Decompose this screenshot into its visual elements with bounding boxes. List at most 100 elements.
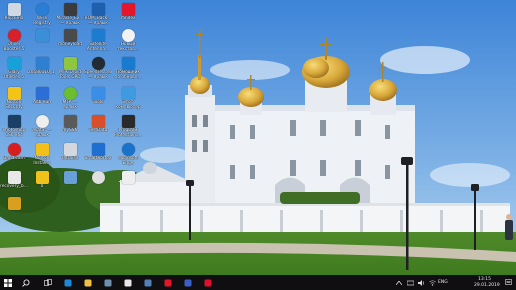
- desktop-icon-label: Tools: [92, 100, 104, 105]
- taskbar-yandex-browser-button[interactable]: [160, 275, 176, 290]
- taskbar-edge-button[interactable]: [60, 275, 76, 290]
- desktop-icon-label: Этот компьютер: [115, 100, 141, 110]
- opera-icon: [204, 279, 212, 286]
- volume-icon[interactable]: [416, 275, 426, 290]
- desktop-icon-label: MTK Droid Tools GPD: [58, 70, 82, 80]
- app-icon: [7, 87, 21, 100]
- desktop-icon-label: 0: [40, 184, 44, 189]
- desktop-icon-помощник-по-обновл[interactable]: Помощник по обновл...: [114, 56, 142, 88]
- desktop-icon-label: Avatar — ярлык: [32, 128, 52, 138]
- desktop-icon-label: Driver Booster 5: [3, 42, 25, 52]
- desktop-icon-item-32[interactable]: [56, 170, 84, 202]
- taskbar-file-explorer-button[interactable]: [80, 275, 96, 290]
- desktop-icon-label: Norton Installer: [33, 156, 51, 166]
- app-icon: [63, 115, 77, 128]
- start-button[interactable]: [0, 275, 16, 290]
- desktop-icon-label: Новый текстов...: [117, 42, 139, 52]
- file-explorer-icon: [84, 279, 92, 286]
- app-icon: [35, 29, 49, 42]
- windows-icon: [4, 278, 12, 287]
- taskbar-media-button[interactable]: [180, 275, 196, 290]
- desktop-icon-item-33[interactable]: [84, 170, 112, 202]
- desktop-icon-20180110-1[interactable]: 20180110_1...: [28, 56, 56, 88]
- desktop-icon-grid: Корзина Wise Registry Cleaner Miracle_Ex..…: [0, 0, 150, 250]
- clock-time[interactable]: 13:15: [478, 277, 491, 282]
- app-icon: [7, 3, 21, 16]
- app-icon: [63, 143, 77, 156]
- desktop-icon-label: SpeedTest.ex — ярлык: [84, 70, 112, 80]
- desktop-icon-label: SmartVortex: [84, 156, 112, 161]
- desktop-icon-label: Помощник по обновл...: [114, 70, 142, 80]
- desktop-icon-label: moneyload: [58, 42, 82, 47]
- network-icon[interactable]: [405, 275, 415, 290]
- app-icon: [121, 87, 135, 100]
- app-icon: [63, 29, 77, 42]
- app-icon: [91, 29, 105, 42]
- taskbar-task-view-button[interactable]: [40, 275, 56, 290]
- notifications-icon[interactable]: [503, 275, 514, 290]
- store-icon: [104, 279, 112, 286]
- app-icon: [91, 57, 105, 70]
- search-icon: [22, 279, 30, 287]
- taskbar-mail-button[interactable]: [120, 275, 136, 290]
- app-icon: [121, 3, 135, 16]
- clock-date[interactable]: 29.01.2019: [474, 283, 500, 288]
- desktop-icon-label: Ultraiso: [61, 156, 79, 161]
- wifi-icon[interactable]: [427, 275, 437, 290]
- app-icon: [121, 29, 135, 42]
- language-indicator[interactable]: ENG: [438, 280, 448, 285]
- app-icon: [63, 57, 77, 70]
- app-icon: [7, 143, 21, 156]
- desktop-icon-label: ProgDVB Professiona...: [114, 128, 142, 138]
- app-icon: [121, 171, 135, 184]
- taskbar-store-button[interactable]: [100, 275, 116, 290]
- taskbar-vk-button[interactable]: [140, 275, 156, 290]
- desktop-icon-label: mySSN: [62, 128, 78, 133]
- desktop-icon-item-34[interactable]: [114, 170, 142, 202]
- desktop-icon-mtk-droid-tools-gpd[interactable]: MTK Droid Tools GPD: [56, 56, 84, 88]
- taskbar: ENG 13:15 29.01.2019: [0, 275, 516, 290]
- app-icon: [7, 197, 21, 210]
- desktop-icon-label: MTK — ярлык: [62, 100, 78, 110]
- app-icon: [91, 115, 105, 128]
- media-icon: [184, 279, 192, 286]
- app-icon: [91, 87, 105, 100]
- app-icon: [63, 3, 77, 16]
- app-icon: [63, 171, 77, 184]
- app-icon: [121, 115, 135, 128]
- taskbar-opera-button[interactable]: [200, 275, 216, 290]
- desktop-icon-0[interactable]: 0: [28, 170, 56, 202]
- app-icon: [35, 57, 49, 70]
- mail-icon: [124, 279, 132, 286]
- app-icon: [7, 171, 21, 184]
- app-icon: [91, 171, 105, 184]
- desktop-icon-label: Microsoft Edge: [118, 156, 138, 166]
- app-icon: [35, 171, 49, 184]
- task-view-icon: [44, 278, 52, 286]
- desktop-icon-label: recovery_b...: [0, 184, 28, 189]
- app-icon: [7, 115, 21, 128]
- yandex-browser-icon: [164, 279, 172, 286]
- app-icon: [121, 143, 135, 156]
- app-icon: [91, 143, 105, 156]
- desktop-icon-label: Wise Registry Cleaner: [33, 16, 51, 26]
- desktop-icon-label: Adb Run: [33, 100, 51, 105]
- tray-up-arrow-icon[interactable]: [393, 275, 405, 290]
- app-icon: [35, 143, 49, 156]
- desktop-icon-label: Norton Security Scan: [5, 100, 23, 110]
- taskbar-search-button[interactable]: [18, 275, 34, 290]
- desktop-icon-glary-utilities-5[interactable]: Glary Utilities 5: [0, 56, 28, 88]
- app-icon: [35, 87, 49, 100]
- desktop-icon-label: Корзина: [4, 16, 24, 21]
- desktop-icon-speedtest-ex-ярлык[interactable]: SpeedTest.ex — ярлык: [84, 56, 112, 88]
- desktop-icon-item-35[interactable]: [0, 196, 28, 228]
- app-icon: [63, 87, 77, 100]
- desktop-icon-label: Yandex: [120, 16, 136, 21]
- app-icon: [35, 115, 49, 128]
- desktop-icon-label: Miracle_Ex... — ярлык: [56, 16, 84, 26]
- desktop-icon-label: 20180110_1...: [28, 70, 56, 75]
- desktop-icon-label: Glary Utilities 5: [3, 70, 25, 80]
- desktop[interactable]: Корзина Wise Registry Cleaner Miracle_Ex..…: [0, 0, 516, 275]
- desktop-icon-label: Satellite Antenna...: [86, 42, 110, 52]
- app-icon: [91, 3, 105, 16]
